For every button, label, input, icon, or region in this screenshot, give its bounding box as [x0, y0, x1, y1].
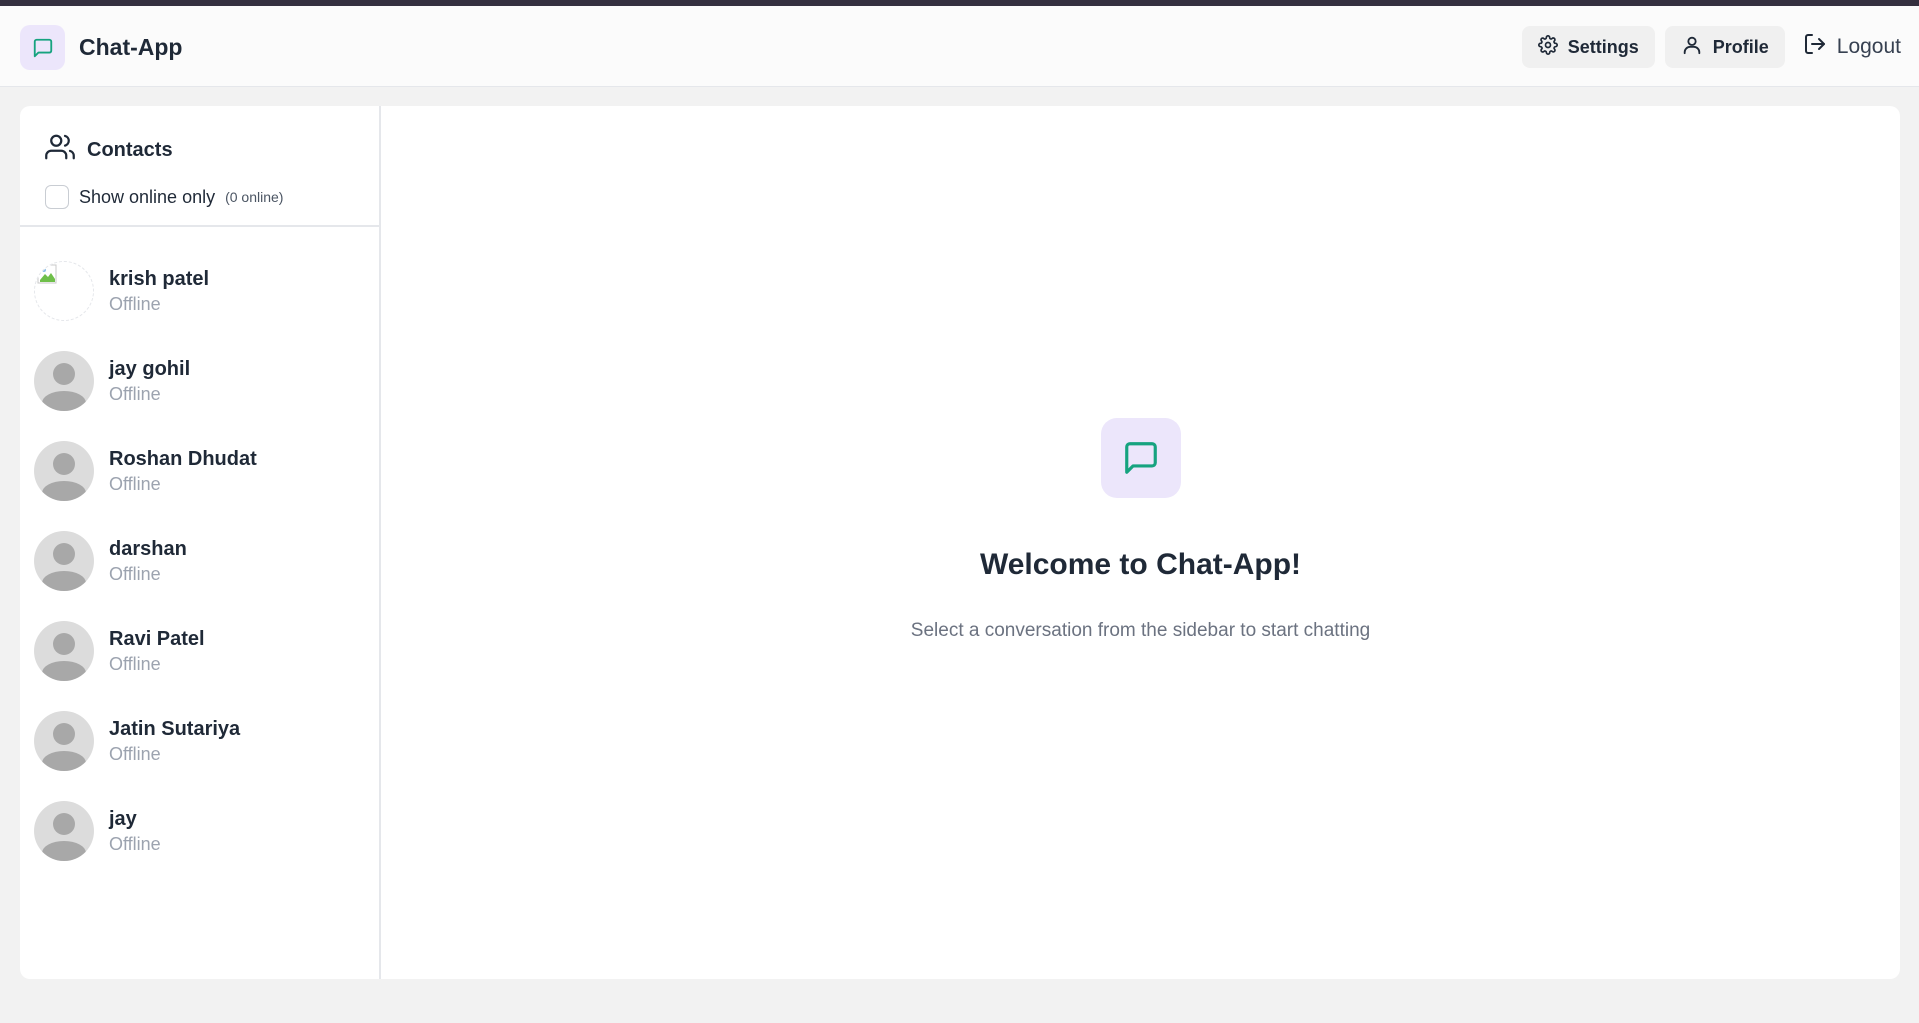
contacts-sidebar: Contacts Show online only (0 online) kri… [20, 106, 381, 979]
contact-status: Offline [109, 834, 161, 854]
contact-name: jay [109, 808, 137, 830]
settings-label: Settings [1567, 36, 1639, 57]
profile-label: Profile [1712, 36, 1769, 57]
contact-item[interactable]: krish patel Offline [20, 246, 379, 336]
default-avatar [34, 801, 94, 861]
contacts-heading: Contacts [45, 132, 379, 168]
contact-status: Offline [109, 654, 161, 674]
online-filter: Show online only (0 online) [45, 185, 379, 209]
contact-status: Offline [109, 564, 161, 584]
message-square-icon [20, 25, 65, 70]
settings-button[interactable]: Settings [1521, 26, 1655, 68]
navbar: Chat-App Settings Profile Logout [0, 6, 1919, 87]
contact-status: Offline [109, 294, 161, 314]
contact-status: Offline [109, 384, 161, 404]
users-icon [45, 132, 75, 168]
contact-item[interactable]: Roshan Dhudat Offline [20, 426, 379, 516]
app-title: Chat-App [79, 34, 183, 60]
online-count: (0 online) [225, 189, 284, 205]
contact-name: jay gohil [109, 358, 191, 380]
chat-container: Contacts Show online only (0 online) kri… [20, 106, 1900, 979]
contact-name: Ravi Patel [109, 628, 205, 650]
profile-button[interactable]: Profile [1664, 26, 1785, 68]
contact-name: Roshan Dhudat [109, 448, 257, 470]
welcome-title: Welcome to Chat-App! [979, 548, 1302, 581]
brand-link[interactable]: Chat-App [20, 25, 182, 70]
gear-icon [1537, 34, 1558, 60]
logout-button[interactable]: Logout [1795, 26, 1901, 68]
message-square-icon [1101, 418, 1181, 498]
sidebar-header: Contacts Show online only (0 online) [20, 106, 379, 227]
contacts-title: Contacts [87, 138, 173, 161]
default-avatar [34, 711, 94, 771]
broken-image-avatar [34, 261, 94, 321]
default-avatar [34, 531, 94, 591]
contact-status: Offline [109, 474, 161, 494]
contact-name: Jatin Sutariya [109, 718, 241, 740]
chat-area: Welcome to Chat-App! Select a conversati… [381, 106, 1900, 979]
contact-item[interactable]: Jatin Sutariya Offline [20, 696, 379, 786]
default-avatar [34, 351, 94, 411]
contact-item[interactable]: Ravi Patel Offline [20, 606, 379, 696]
show-online-label[interactable]: Show online only [79, 187, 215, 208]
show-online-checkbox[interactable] [45, 185, 69, 209]
contact-item[interactable]: darshan Offline [20, 516, 379, 606]
default-avatar [34, 621, 94, 681]
logout-icon [1803, 32, 1827, 62]
nav-actions: Settings Profile Logout [1521, 26, 1901, 68]
contact-name: krish patel [109, 268, 210, 290]
welcome-subtitle: Select a conversation from the sidebar t… [910, 620, 1371, 641]
contact-item[interactable]: jay gohil Offline [20, 336, 379, 426]
user-icon [1681, 34, 1703, 61]
logout-label: Logout [1836, 35, 1901, 58]
contact-name: darshan [109, 538, 187, 560]
default-avatar [34, 441, 94, 501]
contact-status: Offline [109, 744, 161, 764]
contact-list: krish patel Offline jay gohil Offline Ro… [20, 227, 379, 876]
contact-item[interactable]: jay Offline [20, 786, 379, 876]
